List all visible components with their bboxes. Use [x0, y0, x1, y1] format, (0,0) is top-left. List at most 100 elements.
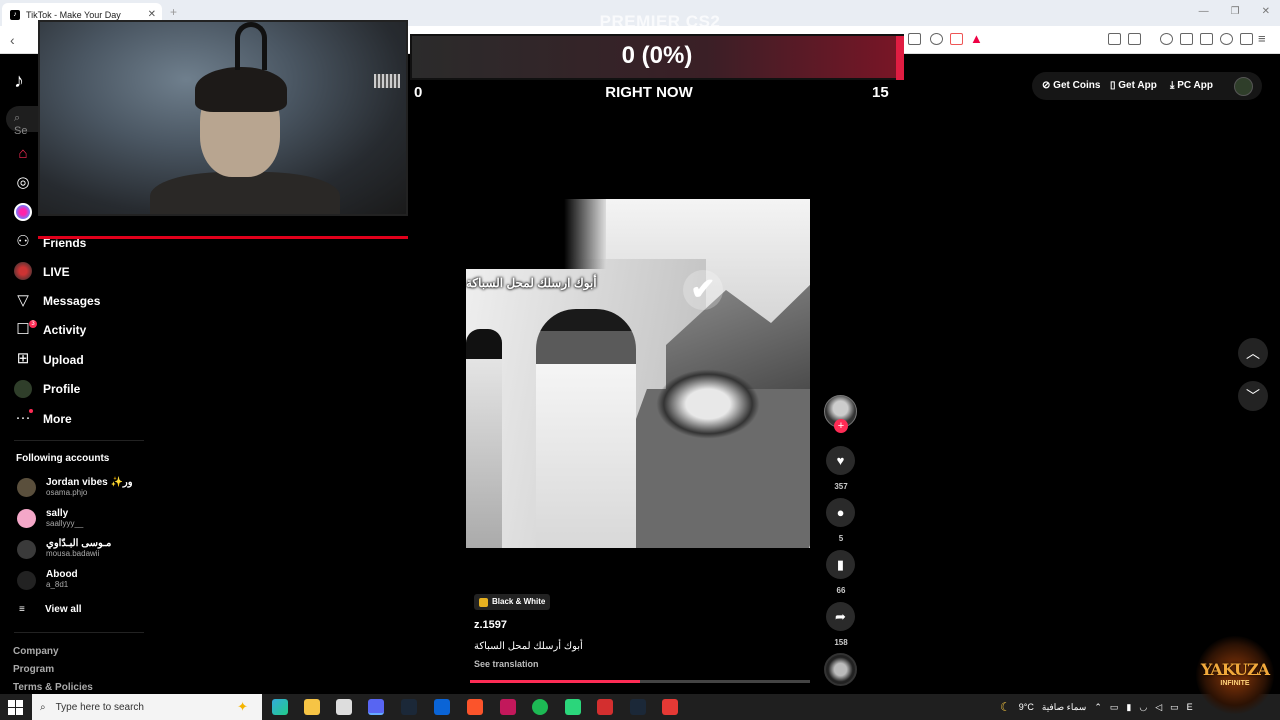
activity-badge: 3: [29, 320, 37, 328]
video-description: أبوك أرسلك لمحل السباكة: [474, 641, 583, 652]
app-icon[interactable]: [565, 699, 581, 715]
leo-ai-icon[interactable]: [1220, 33, 1233, 45]
reading-list-icon[interactable]: [1200, 33, 1213, 45]
sidebar-item-more[interactable]: More: [43, 412, 72, 426]
account-username: osama.phjo: [46, 488, 88, 497]
obs-icon[interactable]: [662, 699, 678, 715]
file-explorer-icon[interactable]: [304, 699, 320, 715]
wallet-icon[interactable]: [1128, 33, 1141, 45]
view-all-link[interactable]: View all: [45, 604, 82, 615]
chevron-up-icon[interactable]: ⌃: [1094, 702, 1102, 713]
account-name[interactable]: مـوسى البـدّاوي: [46, 538, 111, 549]
save-button[interactable]: ▮: [826, 550, 855, 579]
sidebar-item-messages[interactable]: Messages: [43, 294, 100, 308]
chevron-up-icon: ︿: [1246, 345, 1260, 361]
previous-video-button[interactable]: ︿: [1238, 338, 1268, 368]
sidebar-item-profile[interactable]: Profile: [43, 382, 80, 396]
goal-label: RIGHT NOW: [605, 84, 693, 101]
chevron-down-icon: ﹀: [1246, 388, 1260, 404]
coin-icon: ⊘: [1042, 80, 1054, 91]
close-tab-icon[interactable]: ✕: [148, 9, 156, 20]
avatar[interactable]: [17, 478, 36, 497]
friends-icon[interactable]: ⚇: [14, 233, 32, 251]
avatar[interactable]: [17, 571, 36, 590]
menu-icon[interactable]: ≡: [1258, 31, 1266, 46]
account-name[interactable]: sally: [46, 508, 68, 519]
app-icon[interactable]: [500, 699, 516, 715]
next-video-button[interactable]: ﹀: [1238, 381, 1268, 411]
get-app-button[interactable]: ▯ Get App: [1110, 80, 1157, 91]
video-author[interactable]: z.1597: [474, 619, 507, 631]
language-indicator[interactable]: E: [1187, 702, 1193, 712]
explore-icon[interactable]: ◎: [14, 174, 32, 192]
account-name[interactable]: Jordan vibes ✨ور: [46, 477, 133, 488]
taskbar-search-input[interactable]: ⌕ Type here to search ✦: [32, 694, 262, 720]
new-tab-button[interactable]: +: [170, 5, 177, 19]
maximize-button[interactable]: ❐: [1231, 6, 1240, 17]
following-icon[interactable]: [14, 203, 32, 221]
battery-icon[interactable]: ▭: [1170, 702, 1179, 713]
footer-link-terms[interactable]: Terms & Policies: [13, 682, 93, 693]
back-icon[interactable]: ‹: [10, 32, 15, 48]
webcam-person-hair: [195, 67, 287, 112]
footer-link-company[interactable]: Company: [13, 646, 59, 657]
outlook-icon[interactable]: [434, 699, 450, 715]
steam-icon[interactable]: [401, 699, 417, 715]
get-coins-button[interactable]: ⊘ Get Coins: [1042, 80, 1100, 91]
minimize-button[interactable]: —: [1199, 6, 1209, 17]
effect-label: Black & White: [492, 597, 546, 606]
profile-icon[interactable]: [14, 380, 32, 398]
wifi-icon[interactable]: ◡: [1139, 702, 1147, 713]
effect-tag[interactable]: Black & White: [474, 594, 551, 610]
brave-rewards-icon[interactable]: ▲: [970, 31, 983, 46]
screenshot-icon[interactable]: [908, 33, 921, 45]
upload-icon[interactable]: ⊞: [14, 350, 32, 368]
discord-icon[interactable]: [368, 699, 384, 715]
sidebar-item-activity[interactable]: Activity: [43, 323, 86, 337]
avatar[interactable]: [17, 509, 36, 528]
comment-button[interactable]: ●: [826, 498, 855, 527]
weather-desc[interactable]: سماء صافية: [1042, 702, 1086, 713]
sidebar-toggle-icon[interactable]: [1180, 33, 1193, 45]
search-input[interactable]: ⌕ Se: [6, 106, 42, 137]
steam-icon[interactable]: [630, 699, 646, 715]
footer-link-program[interactable]: Program: [13, 664, 54, 675]
search-icon: ⌕: [14, 112, 21, 124]
account-name[interactable]: Abood: [46, 569, 78, 580]
weather-temp[interactable]: 9°C: [1019, 702, 1034, 712]
video-player[interactable]: [466, 199, 810, 548]
share-icon[interactable]: [930, 33, 943, 45]
windows-start-icon[interactable]: [0, 694, 32, 720]
headphones-icon: [235, 22, 267, 70]
spotify-icon[interactable]: [532, 699, 548, 715]
store-icon[interactable]: [336, 699, 352, 715]
system-tray: ☾ 9°C سماء صافية ⌃ ▭ ▮ ◡ ◁ ▭ E: [1000, 694, 1193, 720]
media-icon[interactable]: [1160, 33, 1173, 45]
speaker-icon[interactable]: ◁: [1155, 702, 1162, 713]
pc-app-button[interactable]: ⤓ PC App: [1170, 80, 1213, 91]
follow-plus-icon[interactable]: +: [834, 419, 848, 433]
media-player-icon[interactable]: [597, 699, 613, 715]
extensions-icon[interactable]: [1108, 33, 1121, 45]
home-icon[interactable]: ⌂: [14, 145, 32, 163]
live-icon[interactable]: [14, 262, 32, 280]
sidebar-item-live[interactable]: LIVE: [43, 265, 70, 279]
messages-icon[interactable]: ▽: [14, 292, 32, 310]
close-window-button[interactable]: ✕: [1262, 6, 1270, 17]
avatar[interactable]: [17, 540, 36, 559]
brave-icon[interactable]: [467, 699, 483, 715]
brave-shield-icon[interactable]: [950, 33, 963, 45]
see-translation-link[interactable]: See translation: [474, 659, 539, 669]
like-button[interactable]: ♥: [826, 446, 855, 475]
mic-icon[interactable]: ▮: [1126, 702, 1131, 713]
edge-icon[interactable]: [272, 699, 288, 715]
get-app-label: Get App: [1118, 80, 1157, 91]
sidebar-item-upload[interactable]: Upload: [43, 353, 84, 367]
profile-avatar[interactable]: [1234, 77, 1253, 96]
vpn-icon[interactable]: [1240, 33, 1253, 45]
network-icon[interactable]: ▭: [1110, 702, 1119, 713]
tiktok-logo-icon[interactable]: ♪: [14, 70, 24, 93]
music-disc-icon[interactable]: [824, 653, 857, 686]
share-button[interactable]: ➦: [826, 602, 855, 631]
goal-value: 0 (0%): [621, 42, 693, 69]
